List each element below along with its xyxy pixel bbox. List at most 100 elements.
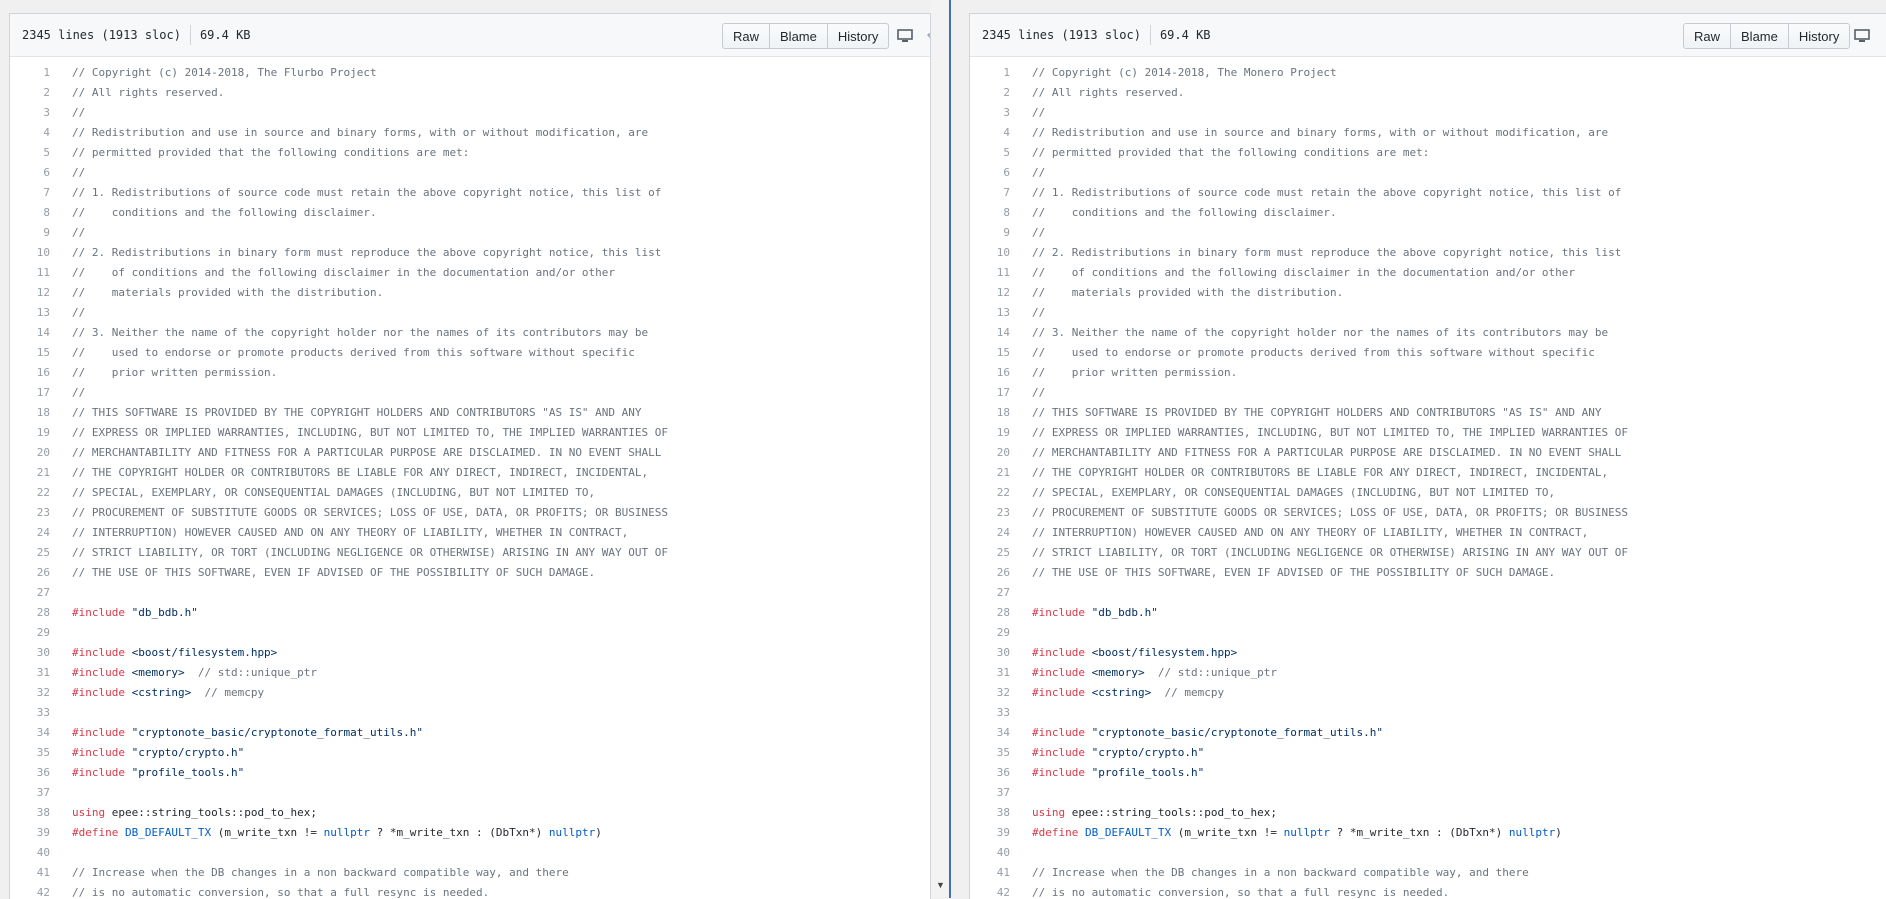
line-number[interactable]: 5 xyxy=(970,143,1010,163)
code-line: 8 // conditions and the following disclai… xyxy=(970,203,1886,223)
line-number[interactable]: 24 xyxy=(10,523,50,543)
line-number[interactable]: 41 xyxy=(10,863,50,883)
line-number[interactable]: 42 xyxy=(10,883,50,899)
line-number[interactable]: 40 xyxy=(970,843,1010,863)
monitor-icon[interactable] xyxy=(1854,29,1870,43)
line-number[interactable]: 42 xyxy=(970,883,1010,899)
line-number[interactable]: 25 xyxy=(970,543,1010,563)
line-number[interactable]: 33 xyxy=(970,703,1010,723)
line-number[interactable]: 28 xyxy=(10,603,50,623)
line-code: // is no automatic conversion, so that a… xyxy=(50,883,489,899)
line-number[interactable]: 23 xyxy=(10,503,50,523)
line-number[interactable]: 34 xyxy=(970,723,1010,743)
line-number[interactable]: 6 xyxy=(970,163,1010,183)
line-number[interactable]: 4 xyxy=(970,123,1010,143)
line-number[interactable]: 19 xyxy=(970,423,1010,443)
line-number[interactable]: 4 xyxy=(10,123,50,143)
line-number[interactable]: 15 xyxy=(10,343,50,363)
line-number[interactable]: 32 xyxy=(970,683,1010,703)
line-number[interactable]: 17 xyxy=(10,383,50,403)
line-number[interactable]: 17 xyxy=(970,383,1010,403)
line-number[interactable]: 13 xyxy=(970,303,1010,323)
line-number[interactable]: 32 xyxy=(10,683,50,703)
line-number[interactable]: 26 xyxy=(10,563,50,583)
line-number[interactable]: 18 xyxy=(10,403,50,423)
history-button[interactable]: History xyxy=(1787,23,1851,49)
scroll-down-arrow-icon[interactable]: ▼ xyxy=(936,880,945,890)
line-number[interactable]: 7 xyxy=(970,183,1010,203)
line-number[interactable]: 9 xyxy=(10,223,50,243)
line-number[interactable]: 20 xyxy=(970,443,1010,463)
line-number[interactable]: 12 xyxy=(10,283,50,303)
line-number[interactable]: 21 xyxy=(10,463,50,483)
line-number[interactable]: 29 xyxy=(970,623,1010,643)
line-number[interactable]: 7 xyxy=(10,183,50,203)
line-number[interactable]: 38 xyxy=(10,803,50,823)
line-number[interactable]: 35 xyxy=(10,743,50,763)
line-number[interactable]: 39 xyxy=(970,823,1010,843)
line-number[interactable]: 26 xyxy=(970,563,1010,583)
line-number[interactable]: 30 xyxy=(10,643,50,663)
line-number[interactable]: 29 xyxy=(10,623,50,643)
line-number[interactable]: 16 xyxy=(970,363,1010,383)
line-number[interactable]: 19 xyxy=(10,423,50,443)
line-number[interactable]: 2 xyxy=(970,83,1010,103)
line-number[interactable]: 12 xyxy=(970,283,1010,303)
code-line: 14 // 3. Neither the name of the copyrigh… xyxy=(970,323,1886,343)
line-number[interactable]: 37 xyxy=(10,783,50,803)
line-number[interactable]: 25 xyxy=(10,543,50,563)
line-number[interactable]: 13 xyxy=(10,303,50,323)
line-number[interactable]: 9 xyxy=(970,223,1010,243)
line-number[interactable]: 22 xyxy=(970,483,1010,503)
line-number[interactable]: 20 xyxy=(10,443,50,463)
line-number[interactable]: 23 xyxy=(970,503,1010,523)
line-number[interactable]: 36 xyxy=(10,763,50,783)
line-number[interactable]: 3 xyxy=(10,103,50,123)
line-number[interactable]: 2 xyxy=(10,83,50,103)
line-number[interactable]: 1 xyxy=(970,63,1010,83)
line-number[interactable]: 5 xyxy=(10,143,50,163)
line-number[interactable]: 8 xyxy=(970,203,1010,223)
line-number[interactable]: 39 xyxy=(10,823,50,843)
line-number[interactable]: 6 xyxy=(10,163,50,183)
line-number[interactable]: 38 xyxy=(970,803,1010,823)
blame-button[interactable]: Blame xyxy=(1730,23,1789,49)
line-number[interactable]: 10 xyxy=(970,243,1010,263)
line-number[interactable]: 18 xyxy=(970,403,1010,423)
code-token: // 3. Neither the name of the copyright … xyxy=(72,326,649,339)
line-number[interactable]: 30 xyxy=(970,643,1010,663)
raw-button[interactable]: Raw xyxy=(722,23,771,49)
line-number[interactable]: 31 xyxy=(970,663,1010,683)
line-number[interactable]: 22 xyxy=(10,483,50,503)
line-number[interactable]: 37 xyxy=(970,783,1010,803)
line-number[interactable]: 16 xyxy=(10,363,50,383)
line-number[interactable]: 27 xyxy=(970,583,1010,603)
line-number[interactable]: 15 xyxy=(970,343,1010,363)
raw-button[interactable]: Raw xyxy=(1683,23,1732,49)
window-divider[interactable] xyxy=(949,0,951,898)
line-number[interactable]: 3 xyxy=(970,103,1010,123)
line-number[interactable]: 14 xyxy=(10,323,50,343)
monitor-icon[interactable] xyxy=(897,29,913,43)
line-number[interactable]: 11 xyxy=(970,263,1010,283)
line-number[interactable]: 36 xyxy=(970,763,1010,783)
history-button[interactable]: History xyxy=(826,23,890,49)
line-number[interactable]: 34 xyxy=(10,723,50,743)
blame-button[interactable]: Blame xyxy=(769,23,828,49)
line-number[interactable]: 14 xyxy=(970,323,1010,343)
line-number[interactable]: 21 xyxy=(970,463,1010,483)
line-number[interactable]: 8 xyxy=(10,203,50,223)
line-number[interactable]: 11 xyxy=(10,263,50,283)
line-number[interactable]: 41 xyxy=(970,863,1010,883)
line-number[interactable]: 40 xyxy=(10,843,50,863)
line-number[interactable]: 24 xyxy=(970,523,1010,543)
line-number[interactable]: 1 xyxy=(10,63,50,83)
line-number[interactable]: 28 xyxy=(970,603,1010,623)
line-number[interactable]: 10 xyxy=(10,243,50,263)
line-number[interactable]: 33 xyxy=(10,703,50,723)
line-number[interactable]: 35 xyxy=(970,743,1010,763)
line-number[interactable]: 31 xyxy=(10,663,50,683)
pencil-icon[interactable]: ✎ xyxy=(927,30,930,44)
line-number[interactable]: 27 xyxy=(10,583,50,603)
